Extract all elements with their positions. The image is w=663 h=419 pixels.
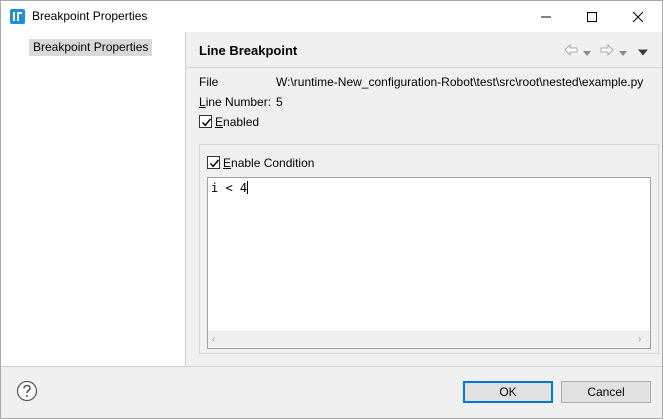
checkmark-icon: [201, 118, 212, 127]
condition-group: Enable Condition i < 4 ‹ ›: [199, 144, 659, 354]
scroll-left-icon[interactable]: ‹: [212, 335, 222, 345]
forward-arrow-icon[interactable]: [599, 43, 615, 57]
app-icon: [10, 9, 25, 24]
dropdown-icon[interactable]: [619, 47, 627, 61]
file-label: File: [199, 75, 219, 89]
enabled-label[interactable]: Enabled: [215, 115, 259, 129]
sidebar: Breakpoint Properties: [1, 32, 186, 366]
help-icon: [16, 380, 38, 402]
window-title: Breakpoint Properties: [32, 9, 148, 23]
page-header: Line Breakpoint: [187, 32, 662, 68]
close-button[interactable]: [615, 1, 661, 32]
condition-text-value: i < 4: [211, 181, 248, 195]
dialog-footer: OK Cancel: [1, 366, 662, 418]
enabled-checkbox[interactable]: [199, 115, 212, 128]
checkmark-icon: [209, 159, 220, 168]
sidebar-item-breakpoint-properties[interactable]: Breakpoint Properties: [29, 39, 153, 56]
line-number-label: Line Number:: [199, 95, 272, 109]
view-menu-icon[interactable]: [638, 46, 648, 60]
back-arrow-icon[interactable]: [563, 43, 579, 57]
line-number-value: 5: [276, 95, 283, 109]
maximize-button[interactable]: [569, 1, 615, 32]
file-path-value: W:\runtime-New_configuration-Robot\test\…: [276, 75, 644, 89]
help-button[interactable]: [16, 380, 38, 402]
close-icon: [632, 11, 644, 23]
title-bar[interactable]: Breakpoint Properties: [1, 1, 662, 32]
condition-text[interactable]: i < 4: [211, 181, 249, 195]
minimize-icon: [541, 16, 551, 18]
horizontal-scrollbar[interactable]: ‹ ›: [208, 331, 650, 348]
properties-page: Line Breakpoint File W:\runtime-New_conf…: [187, 32, 662, 366]
minimize-button[interactable]: [523, 1, 569, 32]
ok-button[interactable]: OK: [463, 381, 553, 403]
scroll-right-icon[interactable]: ›: [638, 335, 648, 345]
cancel-button[interactable]: Cancel: [561, 381, 651, 403]
enable-condition-label[interactable]: Enable Condition: [223, 156, 314, 170]
dialog-window: Breakpoint Properties Breakpoint Propert…: [0, 0, 663, 419]
condition-editor[interactable]: i < 4 ‹ ›: [207, 177, 651, 349]
dropdown-icon[interactable]: [583, 47, 591, 61]
page-title: Line Breakpoint: [199, 43, 298, 58]
enable-condition-checkbox[interactable]: [207, 156, 220, 169]
maximize-icon: [587, 12, 597, 22]
text-cursor: [247, 181, 249, 194]
